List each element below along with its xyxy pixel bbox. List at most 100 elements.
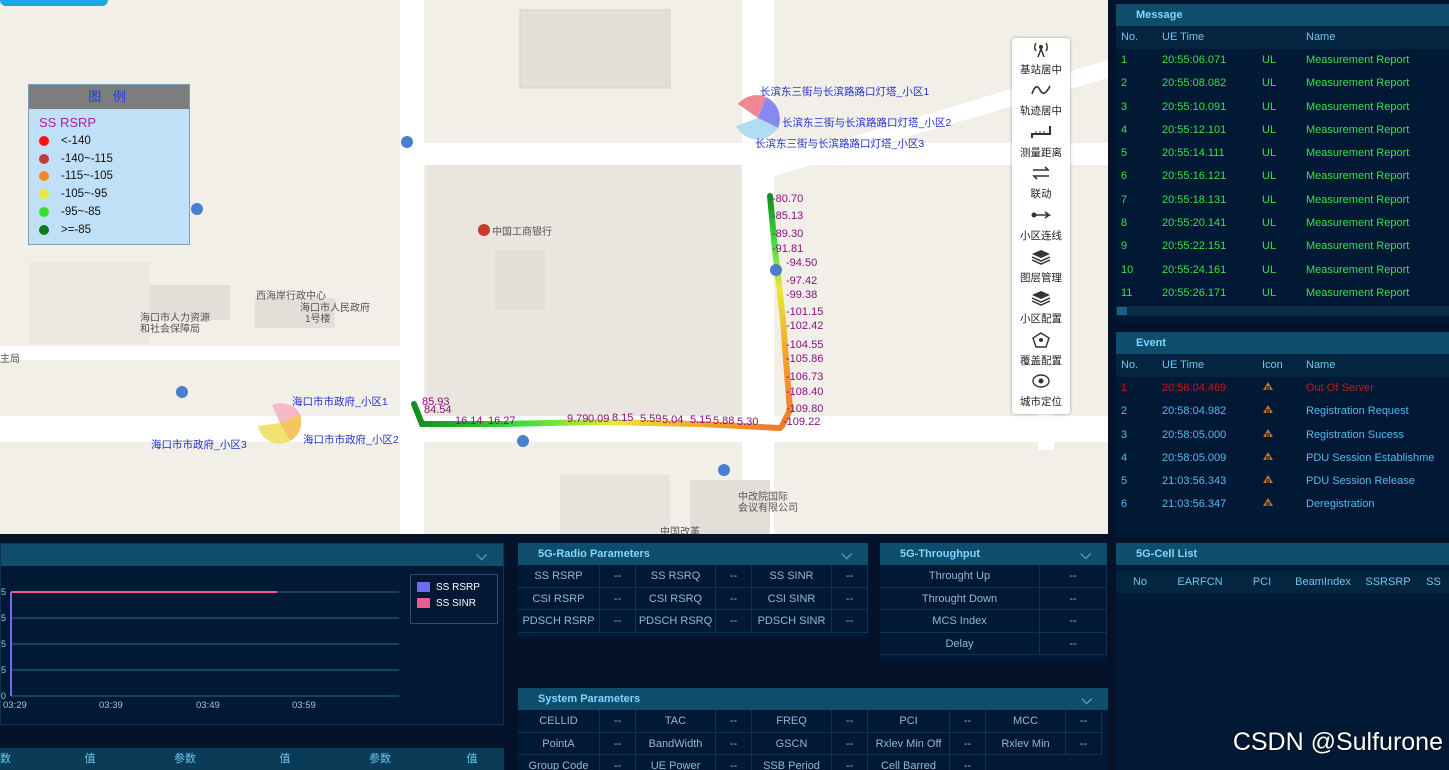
col-no[interactable]: No (1116, 571, 1164, 593)
event-no: 5 (1121, 475, 1128, 488)
cell-label-left-3[interactable]: 海口市市政府_小区3 (151, 437, 247, 452)
col-dir[interactable] (1256, 26, 1296, 49)
throughput-panel: 5G-Throughput ⌵ Throught Up -- Throught Dow… (880, 543, 1107, 661)
legend-title: 图 例 (29, 85, 189, 109)
cell-label-top-1[interactable]: 长滨东三街与长滨路路口灯塔_小区1 (760, 84, 929, 99)
message-cell: 20:55:08.082 (1162, 77, 1227, 90)
system-grid: CELLID -- TAC -- FREQ -- PCI -- MCC -- PointA -- Ban… (518, 710, 1108, 770)
track-value-label: 5.88 (713, 415, 735, 427)
track-value-label: -94.50 (786, 257, 818, 269)
col-ss[interactable]: SS (1418, 571, 1449, 593)
event-row[interactable]: 1 20:58:04.469 Out Of Server (1116, 377, 1449, 400)
message-scrollbar[interactable] (1116, 306, 1449, 317)
message-cell: Measurement Report (1306, 240, 1410, 253)
toolbar-button-cell-config[interactable]: 小区配置 (1012, 288, 1070, 330)
message-row[interactable]: 6 20:55:16.121 UL Measurement Report (1116, 165, 1449, 188)
col-beamindex[interactable]: BeamIndex (1288, 571, 1358, 593)
track-value-label: -99.38 (786, 289, 818, 301)
track-value-label: -91.81 (772, 243, 804, 255)
toolbar-button-antenna[interactable]: 基站居中 (1012, 38, 1070, 80)
map-canvas[interactable] (0, 0, 1108, 534)
toolbar-button-locate[interactable]: 城市定位 (1012, 371, 1070, 413)
message-row[interactable]: 5 20:55:14.111 UL Measurement Report (1116, 142, 1449, 165)
chevron-down-icon[interactable]: ⌵ (1080, 543, 1091, 565)
col-ue-time[interactable]: UE Time (1154, 26, 1256, 49)
message-row[interactable]: 1 20:55:06.071 UL Measurement Report (1116, 49, 1449, 72)
toolbar-button-sync[interactable]: 联动 (1012, 163, 1070, 205)
chevron-down-icon[interactable]: ⌵ (1081, 688, 1092, 710)
legend-label-rsrp: SS RSRP (436, 581, 480, 593)
cell-label-top-2[interactable]: 长滨东三街与长滨路路口灯塔_小区2 (782, 115, 951, 130)
message-cell: 20:55:18.131 (1162, 193, 1227, 206)
cell-label-top-3[interactable]: 长滨东三街与长滨路路口灯塔_小区3 (755, 136, 924, 151)
legend-row: <-140 (29, 132, 189, 150)
param-label: SS RSRQ (636, 565, 716, 588)
cell-label-left-2[interactable]: 海口市市政府_小区2 (303, 432, 399, 447)
col-no[interactable]: No. (1116, 354, 1154, 377)
col-pci[interactable]: PCI (1236, 571, 1288, 593)
link-line-icon (1030, 207, 1052, 228)
toolbar-button-link-line[interactable]: 小区连线 (1012, 204, 1070, 246)
legend-label: -140~-115 (61, 152, 113, 165)
col-name[interactable]: Name (1296, 354, 1449, 377)
message-row[interactable]: 3 20:55:10.091 UL Measurement Report (1116, 96, 1449, 119)
message-row[interactable]: 10 20:55:24.161 UL Measurement Report (1116, 259, 1449, 282)
param-value: -- (716, 710, 752, 733)
toolbar-button-track[interactable]: 轨迹居中 (1012, 80, 1070, 122)
track-value-label: 84.54 (424, 404, 452, 416)
track-value-label: 0.09 (588, 413, 610, 425)
map-view[interactable]: 中国工商银行 西海岸行政中心 海口市人力资源 和社会保障局 海口市人民政府 1号… (0, 0, 1108, 534)
col-name[interactable]: Name (1296, 26, 1449, 49)
track-value-label: -89.30 (772, 228, 804, 240)
message-cell: 20:55:24.161 (1162, 263, 1227, 276)
toolbar-button-layers[interactable]: 图层管理 (1012, 246, 1070, 288)
col-icon[interactable]: Icon (1256, 354, 1296, 377)
event-name: PDU Session Release (1306, 475, 1415, 488)
track-value-label: -109.22 (783, 416, 821, 428)
message-row[interactable]: 11 20:55:26.171 UL Measurement Report (1116, 282, 1449, 305)
event-row[interactable]: 2 20:58:04.982 Registration Request (1116, 400, 1449, 423)
param-label: BandWidth (636, 732, 716, 755)
param-label: GSCN (752, 732, 832, 755)
param-label: Group Code (518, 755, 600, 770)
param-label: Rxlev Min (986, 732, 1066, 755)
hdr-param-0: 数 (0, 753, 11, 765)
message-cell: UL (1262, 77, 1277, 90)
chevron-down-icon[interactable]: ⌵ (841, 543, 852, 565)
event-row[interactable]: 3 20:58:05.000 Registration Sucess (1116, 424, 1449, 447)
col-ue-time[interactable]: UE Time (1154, 354, 1256, 377)
message-row[interactable]: 4 20:55:12.101 UL Measurement Report (1116, 119, 1449, 142)
param-label: CELLID (518, 710, 600, 733)
poi-bank: 中国工商银行 (492, 227, 552, 238)
message-row[interactable]: 2 20:55:08.082 UL Measurement Report (1116, 72, 1449, 95)
message-cell: 7 (1121, 193, 1128, 206)
param-value: -- (1040, 632, 1107, 655)
param-value: -- (600, 587, 636, 610)
message-row[interactable]: 9 20:55:22.151 UL Measurement Report (1116, 235, 1449, 258)
track-value-label: -97.42 (786, 275, 818, 287)
poi-gov2: 1号楼 (305, 314, 331, 325)
param-label: CSI RSRP (518, 587, 600, 610)
toolbar-label: 基站居中 (1020, 63, 1062, 76)
event-icon (1262, 475, 1274, 487)
event-row[interactable]: 5 21:03:56.343 PDU Session Release (1116, 470, 1449, 493)
event-row[interactable]: 6 21:03:56.347 Deregistration (1116, 493, 1449, 516)
hdr-value-1: 值 (279, 753, 291, 765)
col-earfcn[interactable]: EARFCN (1164, 571, 1236, 593)
event-row[interactable]: 4 20:58:05.009 PDU Session Establishme (1116, 447, 1449, 470)
message-row[interactable]: 8 20:55:20.141 UL Measurement Report (1116, 212, 1449, 235)
hdr-param-2: 参数 (369, 753, 391, 765)
cell-label-left-1[interactable]: 海口市市政府_小区1 (292, 394, 388, 409)
toolbar-button-ruler[interactable]: 测量距离 (1012, 121, 1070, 163)
col-ssrsrp[interactable]: SSRSRP (1358, 571, 1418, 593)
message-row[interactable]: 7 20:55:18.131 UL Measurement Report (1116, 189, 1449, 212)
param-label: FREQ (752, 710, 832, 733)
param-label: MCS Index (880, 610, 1040, 633)
track-value-label: 5.30 (737, 416, 759, 428)
message-cell: Measurement Report (1306, 100, 1410, 113)
toolbar-button-coverage[interactable]: 覆盖配置 (1012, 329, 1070, 371)
event-name: Registration Request (1306, 405, 1409, 418)
chevron-down-icon[interactable]: ⌵ (476, 544, 487, 566)
event-name: Out Of Server (1306, 382, 1374, 394)
col-no[interactable]: No. (1116, 26, 1154, 49)
